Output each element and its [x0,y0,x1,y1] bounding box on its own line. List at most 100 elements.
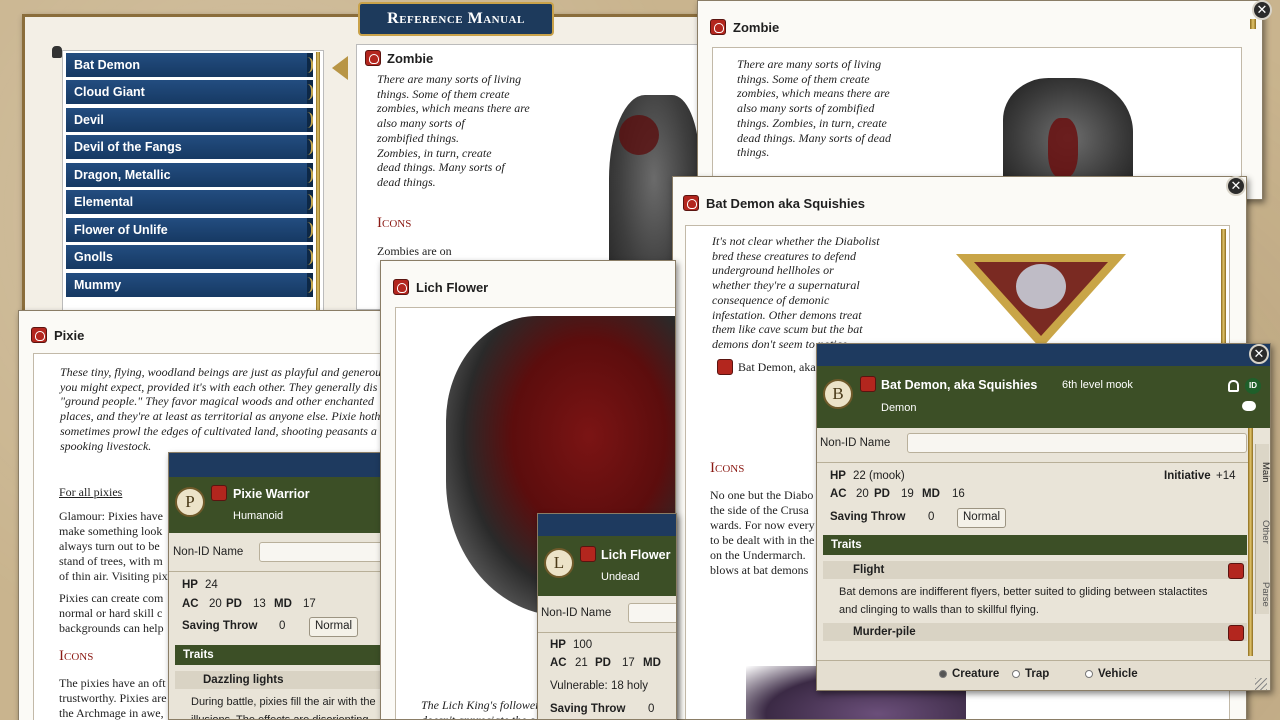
record-icon[interactable] [580,546,596,562]
hp-value[interactable]: 100 [573,639,592,651]
record-icon[interactable] [860,376,876,392]
close-icon[interactable]: ✕ [1226,176,1246,196]
pd-label: PD [874,488,890,500]
zombie-heading: Zombie [387,51,434,66]
list-item[interactable]: Devil of the Fangs [66,135,313,159]
divider [817,462,1252,463]
avatar: L [544,548,574,578]
vulnerable-text: Vulnerable: 18 holy [550,680,649,692]
sheet-topbar [538,514,676,536]
save-value[interactable]: 0 [279,620,285,632]
hp-label: HP [182,579,198,591]
icons-text: The pixies have an oft trustworthy. Pixi… [59,676,167,720]
chat-icon[interactable] [1242,401,1256,411]
record-icon [683,195,699,211]
pd-value[interactable]: 19 [901,488,914,500]
manual-banner: Reference Manual [358,2,554,36]
scrollbar[interactable] [1248,428,1253,656]
lock-icon[interactable] [1228,380,1239,392]
bat-demon-link[interactable]: Bat Demon, aka [738,360,816,375]
pd-value[interactable]: 13 [253,598,266,610]
radio-vehicle[interactable]: Vehicle [1085,668,1138,680]
lich-npc-sheet: L Lich Flower Undead Non-ID Name HP 100 … [537,513,677,720]
scrollbar[interactable] [1221,229,1226,349]
list-item[interactable]: Devil [66,108,313,132]
radio-trap[interactable]: Trap [1012,668,1049,680]
radio-icon [1012,669,1020,678]
save-value[interactable]: 0 [928,511,934,523]
tab-parse[interactable]: Parse [1260,582,1270,607]
md-value[interactable]: 16 [952,488,965,500]
radio-creature[interactable]: Creature [939,668,999,680]
close-icon[interactable]: ✕ [1252,0,1272,20]
nonid-label: Non-ID Name [541,607,612,619]
trait-row[interactable]: Dazzling lights [175,671,381,689]
pd-label: PD [595,657,611,669]
save-mode-button[interactable]: Normal [309,617,359,637]
bat-demon-image [956,254,1126,354]
nonid-label: Non-ID Name [173,546,244,558]
glamour-text: Glamour: Pixies have make something look… [59,509,168,583]
nonid-input[interactable] [907,433,1247,453]
record-icon [365,50,381,66]
list-item[interactable]: Elemental [66,190,313,214]
sheet-header [817,366,1270,428]
zombie-window-title: Zombie [733,20,780,35]
bat-demon-window-title: Bat Demon aka Squishies [706,196,865,211]
npc-type: Humanoid [233,510,284,522]
nonid-input[interactable] [628,603,676,623]
radio-checked-icon [939,669,947,678]
trait-link-icon[interactable] [1228,563,1244,579]
save-value[interactable]: 0 [648,703,654,715]
pixie-intro: These tiny, flying, woodland beings are … [60,365,382,453]
list-item[interactable]: Cloud Giant [66,80,313,104]
trait-row[interactable]: Flight [823,561,1247,579]
scrollbar[interactable] [1250,19,1256,29]
pd-value[interactable]: 17 [622,657,635,669]
sheet-topbar [169,453,381,477]
save-label: Saving Throw [830,511,906,523]
record-icon [710,19,726,35]
icons-text: No one but the Diabo the side of the Cru… [710,488,815,577]
ac-label: AC [830,488,847,500]
for-all-pixies-link[interactable]: For all pixies [59,485,122,500]
ac-value[interactable]: 20 [856,488,869,500]
tab-other[interactable]: Other [1260,520,1270,544]
md-value[interactable]: 17 [303,598,316,610]
tab-main[interactable]: Main [1260,462,1270,483]
hp-label: HP [550,639,566,651]
pixie-window-title: Pixie [54,328,85,343]
npc-type: Demon [881,402,917,414]
list-item[interactable]: Mummy [66,273,313,297]
list-item[interactable]: Dragon, Metallic [66,163,313,187]
icons-heading: Icons [377,215,412,231]
ac-value[interactable]: 20 [209,598,222,610]
hp-value[interactable]: 24 [205,579,218,591]
id-badge-label: ID [1249,381,1257,390]
id-badge[interactable]: ID [1245,378,1261,394]
collapse-arrow-icon[interactable] [332,56,348,80]
ac-label: AC [182,598,199,610]
list-item[interactable]: Flower of Unlife [66,218,313,242]
zombie-content-frame: There are many sorts of living things. S… [712,47,1242,197]
close-icon[interactable]: ✕ [1249,344,1269,364]
save-mode-button[interactable]: Normal [957,508,1007,528]
record-icon[interactable] [211,485,227,501]
list-item[interactable]: Bat Demon [66,53,313,77]
record-link-icon[interactable] [717,359,733,375]
avatar: P [175,487,205,517]
nonid-input[interactable] [259,542,381,562]
trait-link-icon[interactable] [1228,625,1244,641]
npc-name: Lich Flower [601,548,671,562]
icons-heading: Icons [59,648,94,664]
hp-value[interactable]: 22 (mook) [853,470,905,482]
icons-heading: Icons [710,460,745,476]
lock-icon[interactable] [52,46,62,58]
ac-value[interactable]: 21 [575,657,588,669]
list-item[interactable]: Gnolls [66,245,313,269]
initiative-value[interactable]: +14 [1216,470,1236,482]
traits-header: Traits [823,535,1247,555]
list-scrollbar[interactable] [316,52,320,310]
resize-grip-icon[interactable] [1255,678,1267,690]
trait-row[interactable]: Murder-pile [823,623,1247,641]
